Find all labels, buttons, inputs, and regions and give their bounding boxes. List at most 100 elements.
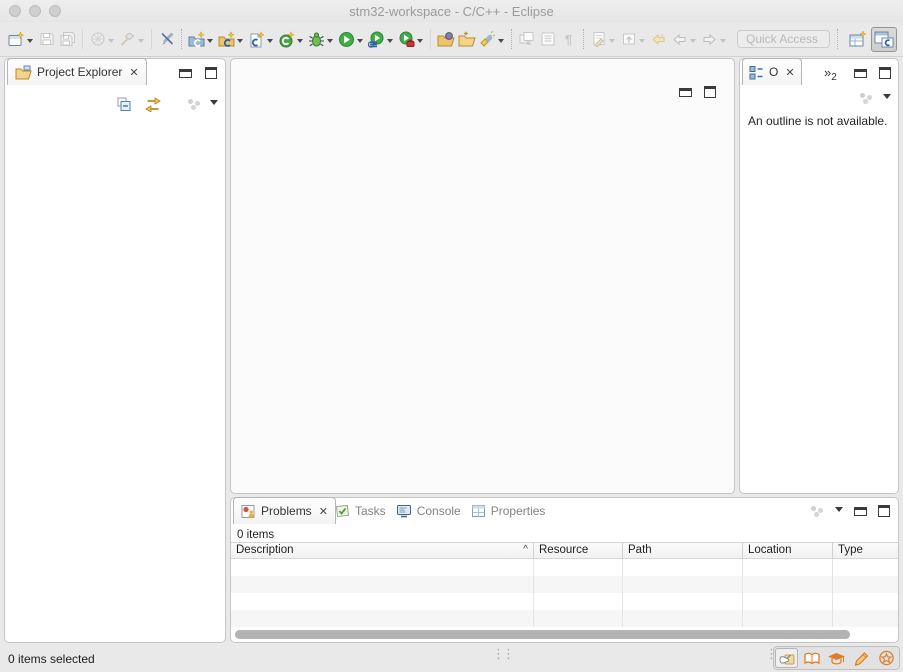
- back-dropdown[interactable]: [690, 39, 696, 46]
- new-wizard-button[interactable]: [6, 26, 27, 52]
- link-with-editor-button[interactable]: [143, 91, 163, 117]
- problems-icon: [241, 504, 256, 519]
- problems-maximize-button[interactable]: [878, 505, 890, 517]
- build-button[interactable]: [117, 26, 138, 52]
- editor-area[interactable]: [230, 58, 735, 494]
- open-resource-button[interactable]: [537, 26, 558, 52]
- whats-new-button[interactable]: [875, 648, 898, 668]
- last-edit-dropdown[interactable]: [609, 39, 615, 46]
- run-button[interactable]: [336, 26, 357, 52]
- horizontal-scrollbar-thumb[interactable]: [235, 630, 850, 639]
- tab-outline-close-icon[interactable]: ✕: [785, 66, 794, 79]
- explorer-view-menu-button[interactable]: [210, 100, 218, 109]
- project-explorer-panel: Project Explorer ✕: [4, 58, 226, 643]
- minimize-window-button[interactable]: [29, 5, 41, 17]
- explorer-minimize-button[interactable]: [179, 69, 192, 78]
- workbench-shortcut-button[interactable]: [775, 648, 798, 668]
- search-button[interactable]: [477, 26, 498, 52]
- go-into-button[interactable]: [618, 26, 639, 52]
- new-wizard-dropdown[interactable]: [27, 39, 33, 46]
- tab-problems[interactable]: Problems ✕: [233, 497, 336, 524]
- open-perspective-button[interactable]: [845, 27, 871, 52]
- new-c-project-button[interactable]: [186, 26, 207, 52]
- column-type[interactable]: Type: [833, 543, 898, 558]
- new-class-icon: [278, 31, 295, 48]
- search-dropdown[interactable]: [498, 39, 504, 46]
- column-description[interactable]: Description ^: [231, 543, 534, 558]
- external-tools-button[interactable]: [396, 26, 417, 52]
- new-c-file-button[interactable]: [246, 26, 267, 52]
- external-tools-dropdown[interactable]: [417, 39, 423, 46]
- quick-access-input[interactable]: [737, 30, 830, 48]
- editor-maximize-button[interactable]: [704, 86, 716, 98]
- pencil-slash-button[interactable]: [156, 26, 177, 52]
- document-pencil-icon: [591, 31, 607, 47]
- run-dropdown[interactable]: [357, 39, 363, 46]
- yellow-back-arrow-icon: [650, 32, 667, 47]
- column-location[interactable]: Location: [743, 543, 833, 558]
- outline-maximize-button[interactable]: [879, 67, 891, 79]
- tab-console[interactable]: Console: [396, 504, 461, 518]
- problems-view-menu-button[interactable]: [835, 507, 843, 516]
- build-all-dropdown[interactable]: [108, 39, 114, 46]
- coverage-icon: [368, 31, 385, 48]
- cpp-perspective-icon: [874, 30, 894, 48]
- windows-arrow-icon: [519, 31, 535, 47]
- load-binary-button[interactable]: [435, 26, 456, 52]
- explorer-maximize-button[interactable]: [205, 67, 217, 79]
- build-dropdown[interactable]: [138, 39, 144, 46]
- new-class-button[interactable]: [276, 26, 297, 52]
- editor-minimize-button[interactable]: [679, 88, 692, 97]
- tab-properties[interactable]: Properties: [471, 504, 546, 518]
- tab-tasks[interactable]: Tasks: [335, 504, 386, 518]
- debug-button[interactable]: [306, 26, 327, 52]
- coverage-button[interactable]: [366, 26, 387, 52]
- horizontal-scrollbar[interactable]: [234, 630, 895, 639]
- save-all-icon: [59, 31, 76, 47]
- last-edit-location-button[interactable]: [588, 26, 609, 52]
- zoom-window-button[interactable]: [49, 5, 61, 17]
- collapse-all-button[interactable]: [116, 91, 134, 117]
- outline-minimize-button[interactable]: [854, 69, 867, 78]
- run-icon: [338, 31, 355, 48]
- go-into-dropdown[interactable]: [639, 39, 645, 46]
- column-path[interactable]: Path: [623, 543, 743, 558]
- open-folder-icon: [458, 31, 476, 47]
- close-window-button[interactable]: [9, 5, 21, 17]
- samples-button[interactable]: [850, 648, 873, 668]
- debug-dropdown[interactable]: [327, 39, 333, 46]
- statusbar-grip-icon[interactable]: ⋮⋮: [492, 647, 512, 662]
- save-button[interactable]: [36, 26, 57, 52]
- column-resource[interactable]: Resource: [534, 543, 623, 558]
- outline-view-menu-button[interactable]: [883, 94, 891, 103]
- new-cpp-project-button[interactable]: [216, 26, 237, 52]
- new-cpp-project-dropdown[interactable]: [237, 39, 243, 46]
- toggle-editor-link-button[interactable]: [516, 26, 537, 52]
- new-c-file-dropdown[interactable]: [267, 39, 273, 46]
- show-whitespace-button[interactable]: ¶: [558, 26, 579, 52]
- cpp-perspective-button[interactable]: [871, 27, 897, 52]
- selection-status: 0 items selected: [8, 652, 95, 666]
- forward-dropdown[interactable]: [720, 39, 726, 46]
- tab-problems-close-icon[interactable]: ✕: [319, 505, 328, 518]
- build-all-button[interactable]: [87, 26, 108, 52]
- title-bar: stm32-workspace - C/C++ - Eclipse: [0, 0, 903, 22]
- tab-project-explorer[interactable]: Project Explorer ✕: [7, 58, 147, 85]
- tab-outline-label: O: [769, 65, 778, 79]
- save-all-button[interactable]: [57, 26, 78, 52]
- problems-table: Description ^ Resource Path Location Typ…: [231, 542, 898, 627]
- overview-button[interactable]: [800, 648, 823, 668]
- coverage-dropdown[interactable]: [387, 39, 393, 46]
- view-overflow-button[interactable]: »2: [824, 65, 837, 83]
- tutorials-button[interactable]: [825, 648, 848, 668]
- forward-button[interactable]: [699, 26, 720, 52]
- new-c-project-dropdown[interactable]: [207, 39, 213, 46]
- outline-icon: [749, 65, 764, 80]
- tab-project-explorer-close-icon[interactable]: ✕: [129, 66, 138, 79]
- open-folder-button[interactable]: [456, 26, 477, 52]
- back-button[interactable]: [669, 26, 690, 52]
- back-to-last-edit-button[interactable]: [648, 26, 669, 52]
- problems-minimize-button[interactable]: [854, 507, 867, 516]
- new-class-dropdown[interactable]: [297, 39, 303, 46]
- tab-outline[interactable]: O ✕: [742, 58, 802, 85]
